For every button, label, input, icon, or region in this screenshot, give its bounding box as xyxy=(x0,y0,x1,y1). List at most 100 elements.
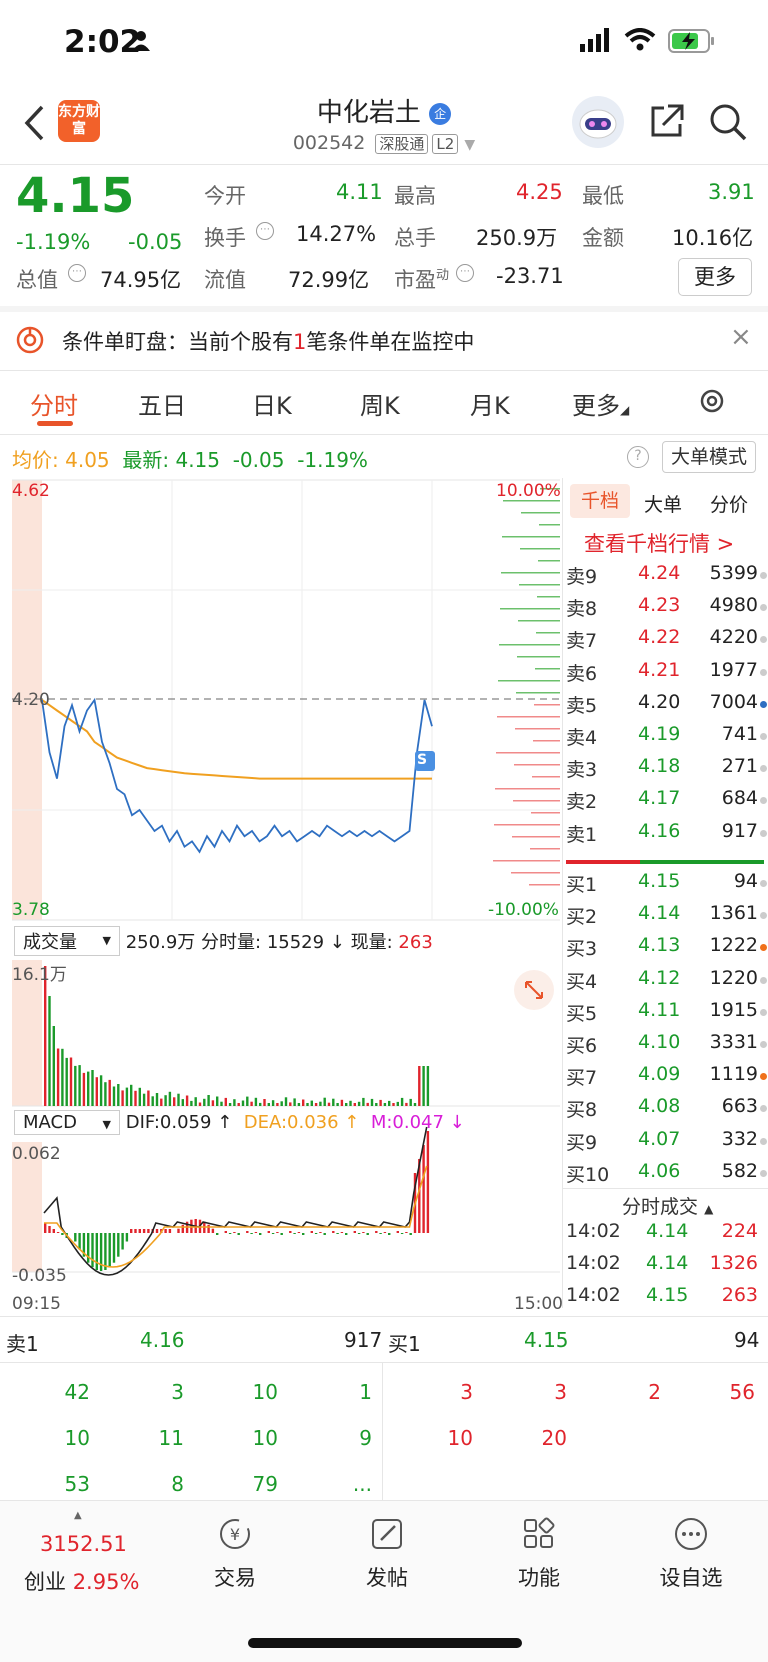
macd-bar xyxy=(224,1231,227,1233)
volume-bar xyxy=(383,1103,387,1106)
depth-bar xyxy=(535,668,560,670)
sell-row[interactable]: 卖6 4.21 1977 xyxy=(562,659,768,691)
macd-bar xyxy=(280,1233,283,1235)
info-icon[interactable]: ⋯ xyxy=(68,264,86,282)
buy-divider xyxy=(640,860,764,864)
buy-volume: 663 xyxy=(721,1095,758,1118)
more-button[interactable]: 更多 xyxy=(678,258,752,296)
buy-row[interactable]: 买4 4.12 1220 xyxy=(562,967,768,999)
tab-yuek[interactable]: 月K xyxy=(470,386,510,421)
view-depth-link[interactable]: 查看千档行情 > xyxy=(584,528,734,558)
macd-bar xyxy=(134,1229,137,1233)
buy-row[interactable]: 买9 4.07 332 xyxy=(562,1128,768,1160)
depth-bar xyxy=(494,824,560,826)
macd-bar xyxy=(112,1233,116,1263)
index-name: 创业 xyxy=(24,1570,66,1594)
buy-row[interactable]: 买5 4.11 1915 xyxy=(562,999,768,1031)
sell-row[interactable]: 卖8 4.23 4980 xyxy=(562,594,768,626)
buy-price: 4.11 xyxy=(638,998,681,1021)
tab-more[interactable]: 更多◢ xyxy=(572,386,629,421)
close-icon[interactable]: × xyxy=(730,322,752,352)
nav-trade[interactable]: ¥ 交易 xyxy=(180,1516,290,1592)
search-icon[interactable] xyxy=(708,102,748,146)
volume-bar xyxy=(379,1099,382,1106)
macd-bar xyxy=(336,1233,339,1234)
nav-function[interactable]: 功能 xyxy=(484,1516,594,1592)
volume-bar xyxy=(396,1101,399,1106)
tab-wuri[interactable]: 五日 xyxy=(138,386,186,421)
sell-price: 4.24 xyxy=(638,562,681,584)
settings-icon[interactable] xyxy=(697,386,727,420)
s-marker-icon[interactable]: S xyxy=(417,752,427,768)
intraday-chart[interactable] xyxy=(0,478,562,1288)
macd-bar xyxy=(233,1232,236,1233)
sell-list: 卖9 4.24 5399 卖8 4.23 4980 卖7 4.22 4220 卖6 4.21 1977… xyxy=(562,562,768,882)
nav-watchlist[interactable]: 设自选 xyxy=(636,1516,746,1592)
last-label: 最新: xyxy=(122,448,170,472)
sell-row[interactable]: 卖4 4.19 741 xyxy=(562,723,768,755)
tab-zhouk[interactable]: 周K xyxy=(360,386,400,421)
tick-time: 14:02 xyxy=(566,1252,621,1274)
buy-row[interactable]: 买8 4.08 663 xyxy=(562,1095,768,1127)
buy-price: 4.08 xyxy=(638,1095,681,1118)
depth-bar xyxy=(536,632,560,634)
tab-rik[interactable]: 日K xyxy=(252,386,292,421)
info-icon[interactable]: ⋯ xyxy=(256,222,274,240)
tab-qiandang[interactable]: 千档 xyxy=(570,484,630,518)
volume-bar xyxy=(173,1097,176,1106)
mktcap-value: 74.95亿 xyxy=(100,268,182,292)
sell-row[interactable]: 卖2 4.17 684 xyxy=(562,787,768,819)
tick-price: 4.14 xyxy=(646,1252,689,1274)
info-icon[interactable]: ⋯ xyxy=(456,264,474,282)
depth-bar xyxy=(516,692,560,694)
home-indicator[interactable] xyxy=(248,1638,522,1648)
caret-up-icon[interactable]: ▲ xyxy=(704,1202,713,1216)
tab-dadan[interactable]: 大单 xyxy=(644,490,682,517)
caret-up-icon[interactable]: ▲ xyxy=(74,1510,82,1521)
index-value[interactable]: 3152.51 xyxy=(40,1532,127,1556)
volume-bar xyxy=(147,1090,150,1106)
sell-row[interactable]: 卖1 4.16 917 xyxy=(562,820,768,852)
sell-price: 4.20 xyxy=(638,690,681,713)
volume-bar xyxy=(74,1065,77,1106)
macd-bar xyxy=(276,1232,279,1233)
svg-text:¥: ¥ xyxy=(230,1525,240,1544)
volume-bar xyxy=(151,1096,154,1106)
avg-value: 4.05 xyxy=(65,448,110,472)
nav-post[interactable]: 发帖 xyxy=(332,1516,442,1592)
buy-row[interactable]: 买1 4.15 94 xyxy=(562,870,768,902)
volume-bar xyxy=(130,1084,133,1106)
volume-bar xyxy=(207,1095,210,1106)
macd-select[interactable]: MACD ▼ xyxy=(14,1110,120,1135)
sell-row[interactable]: 卖7 4.22 4220 xyxy=(562,626,768,658)
index-row[interactable]: 创业 2.95% xyxy=(24,1566,139,1596)
sell-row[interactable]: 卖9 4.24 5399 xyxy=(562,562,768,594)
macd-bar xyxy=(121,1233,124,1250)
sell-row[interactable]: 卖3 4.18 271 xyxy=(562,755,768,787)
sell-row[interactable]: 卖5 4.20 7004 xyxy=(562,691,768,723)
pct-bottom-label: -10.00% xyxy=(488,900,559,920)
macd-bar xyxy=(125,1233,129,1242)
ticks-divider xyxy=(562,1188,768,1189)
robot-avatar-icon[interactable] xyxy=(572,96,624,148)
buy-row[interactable]: 买7 4.09 1119 xyxy=(562,1063,768,1095)
volume-bar xyxy=(302,1099,305,1106)
share-icon[interactable] xyxy=(648,102,686,144)
buy-row[interactable]: 买10 4.06 582 xyxy=(562,1160,768,1192)
dropdown-icon[interactable]: ▼ xyxy=(464,137,475,153)
float-label: 流值 xyxy=(204,268,246,292)
buy-label: 买8 xyxy=(566,1099,598,1122)
tab-fenjia[interactable]: 分价 xyxy=(710,490,748,517)
condition-banner[interactable]: 条件单盯盘：当前个股有1笔条件单在监控中 × xyxy=(0,312,768,368)
macd-bar xyxy=(319,1232,322,1233)
tab-fenshi[interactable]: 分时 xyxy=(30,386,78,421)
buy-row[interactable]: 买2 4.14 1361 xyxy=(562,902,768,934)
big-order-mode-button[interactable]: 大单模式 xyxy=(662,441,756,473)
buy-row[interactable]: 买6 4.10 3331 xyxy=(562,1031,768,1063)
help-icon[interactable]: ? xyxy=(627,446,649,468)
buy-row[interactable]: 买3 4.13 1222 xyxy=(562,934,768,966)
expand-icon[interactable] xyxy=(514,970,554,1010)
header-divider xyxy=(0,164,768,165)
buy-label: 买7 xyxy=(566,1067,598,1090)
volume-select[interactable]: 成交量 ▼ xyxy=(14,926,120,956)
